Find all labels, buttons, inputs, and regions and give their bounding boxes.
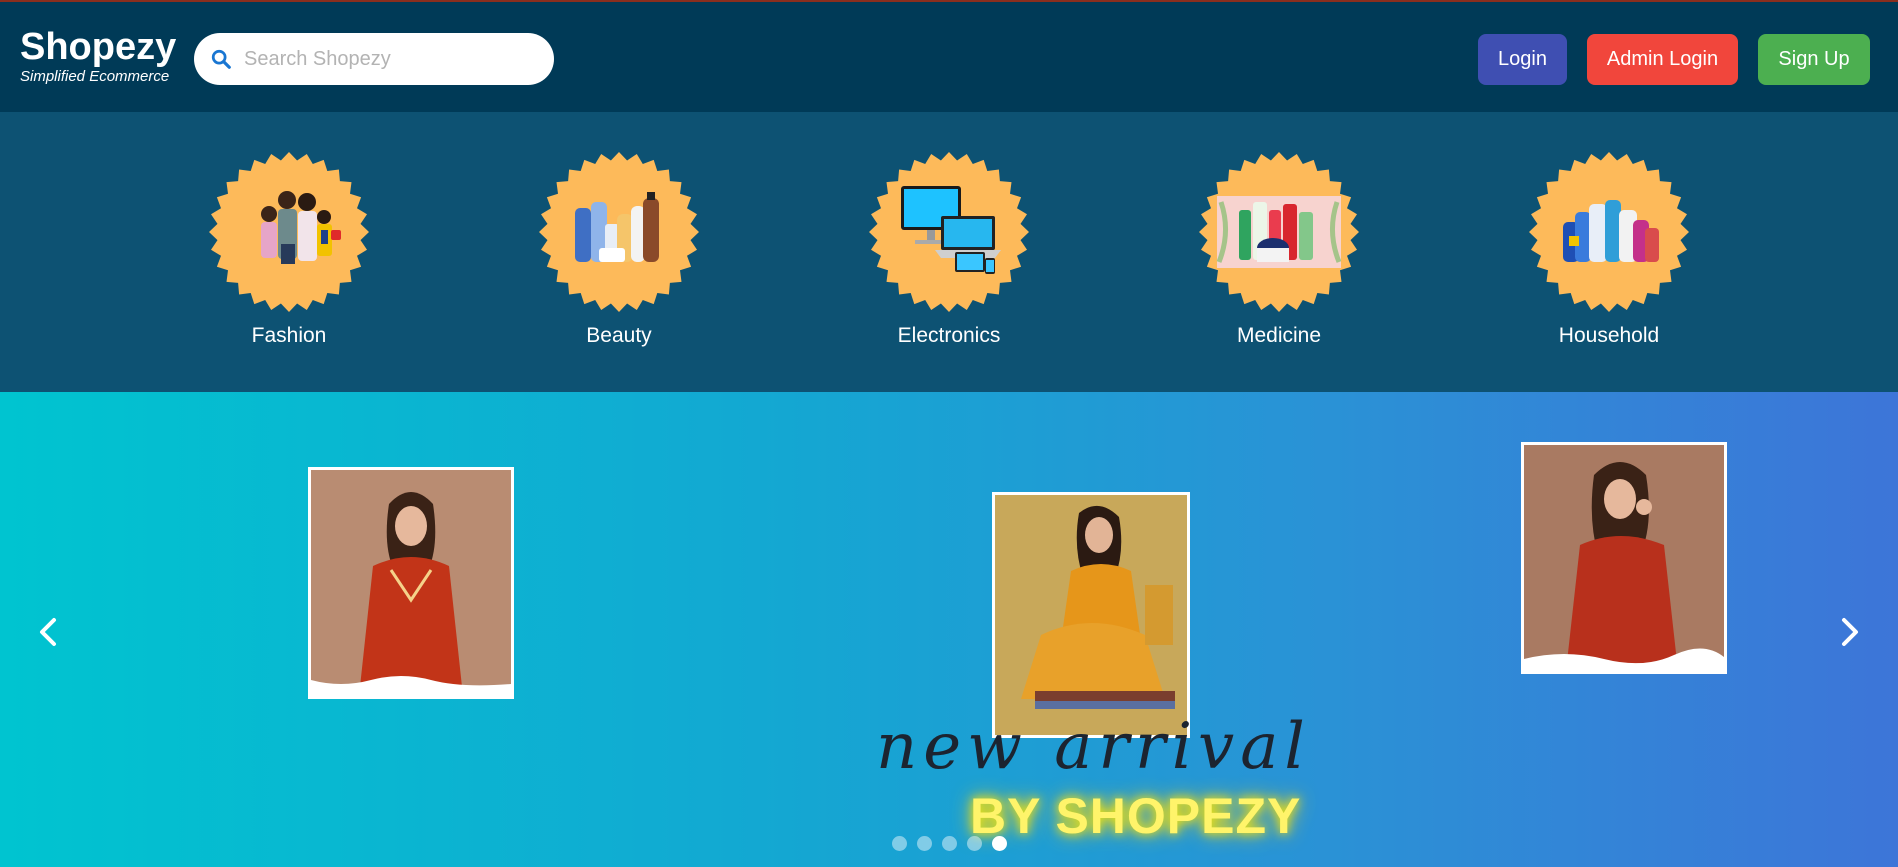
carousel-dot[interactable] [942, 836, 957, 851]
brand-tagline: Simplified Ecommerce [20, 68, 170, 85]
model-photo [1524, 445, 1724, 671]
carousel-indicators [892, 836, 1007, 851]
category-label: Medicine [1236, 324, 1322, 347]
category-label: Household [1558, 324, 1660, 347]
electronics-devices-image [869, 152, 1029, 312]
chevron-left-icon[interactable] [28, 612, 68, 652]
slide-photo-left [308, 467, 514, 699]
admin-login-button[interactable]: Admin Login [1587, 34, 1738, 85]
search-input[interactable] [244, 43, 534, 75]
script-text: new arrivals [876, 710, 1310, 782]
carousel-dot[interactable] [892, 836, 907, 851]
new-arrivals-script: new arrivals [876, 710, 1310, 782]
category-strip: Fashion Beauty Electronics Medicine Hous… [0, 112, 1898, 392]
category-label: Fashion [251, 324, 327, 347]
slide-photo-right [1521, 442, 1727, 674]
chevron-right-icon[interactable] [1830, 612, 1870, 652]
category-electronics[interactable]: Electronics [864, 152, 1034, 352]
category-beauty[interactable]: Beauty [534, 152, 704, 352]
category-fashion[interactable]: Fashion [204, 152, 374, 352]
category-label: Beauty [586, 324, 652, 347]
by-shopezy-tagline: BY SHOPEZY [970, 788, 1302, 844]
search-bar [194, 33, 554, 85]
fashion-family-image [209, 152, 369, 312]
category-medicine[interactable]: Medicine [1194, 152, 1364, 352]
carousel-dot-active[interactable] [992, 836, 1007, 851]
brand-logo[interactable]: Shopezy Simplified Ecommerce [20, 26, 176, 86]
beauty-products-image [539, 152, 699, 312]
signup-button[interactable]: Sign Up [1758, 34, 1870, 85]
search-icon [211, 49, 231, 69]
model-photo [311, 470, 511, 696]
household-cleaners-image [1529, 152, 1689, 312]
login-button[interactable]: Login [1478, 34, 1567, 85]
top-navbar: Shopezy Simplified Ecommerce Login Admin… [0, 0, 1898, 112]
carousel-dot[interactable] [967, 836, 982, 851]
category-label: Electronics [897, 324, 1001, 347]
category-household[interactable]: Household [1524, 152, 1694, 352]
promo-carousel: new arrivals BY SHOPEZY [0, 392, 1898, 867]
brand-name[interactable]: Shopezy [20, 26, 176, 68]
medicine-products-image [1199, 152, 1359, 312]
carousel-dot[interactable] [917, 836, 932, 851]
